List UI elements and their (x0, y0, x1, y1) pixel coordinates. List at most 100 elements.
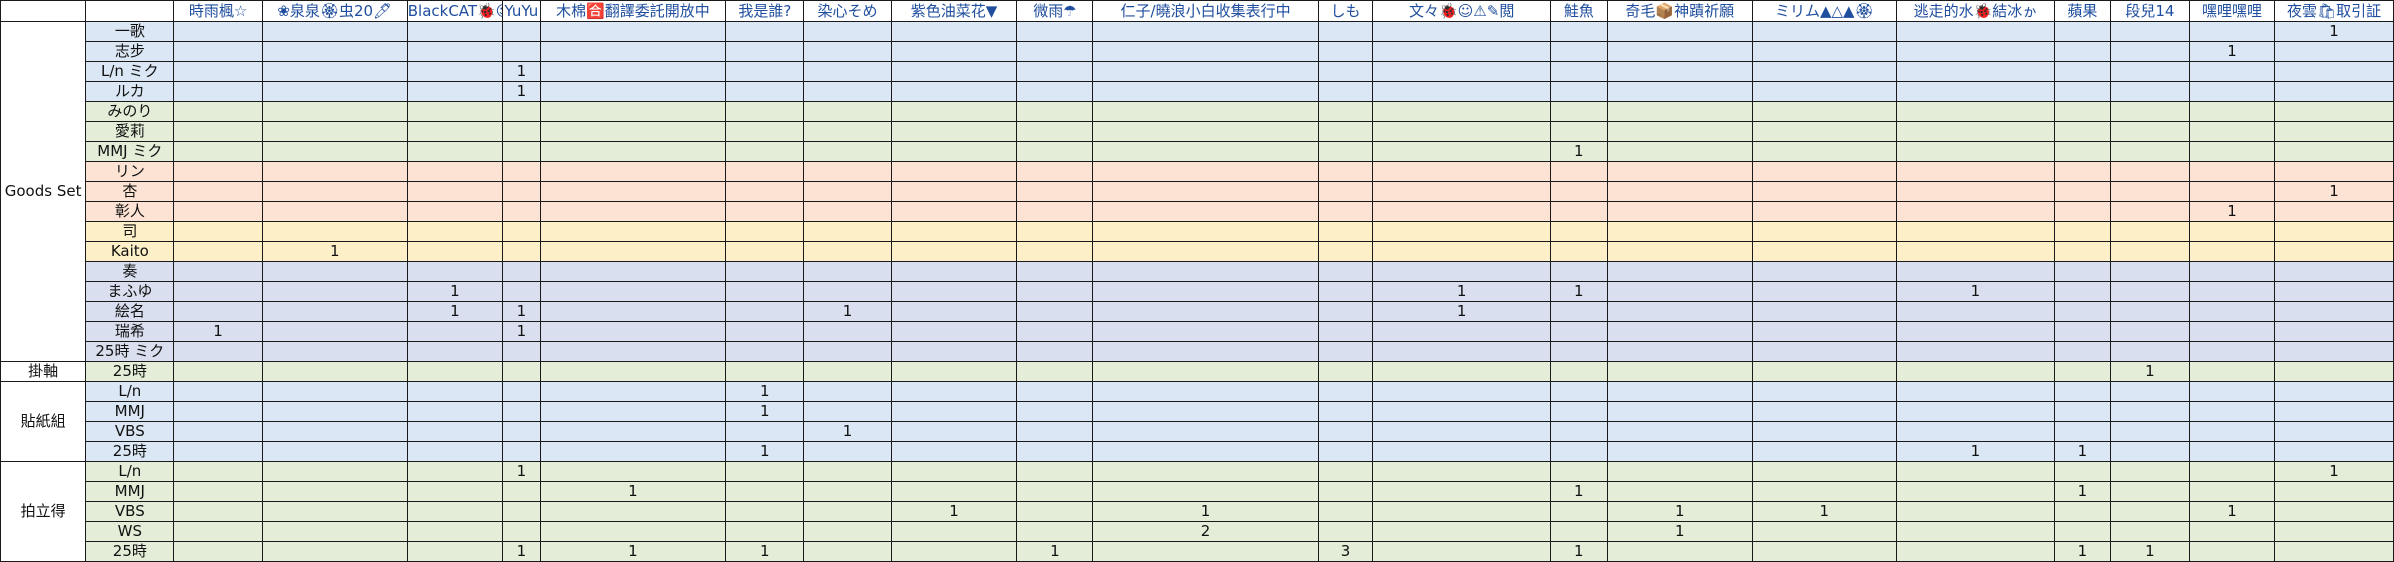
row-label-cell[interactable]: Kaito (85, 241, 175, 262)
data-cell[interactable] (1549, 121, 1608, 142)
data-cell[interactable] (2188, 281, 2276, 302)
data-cell[interactable] (2054, 461, 2111, 482)
data-cell[interactable] (173, 181, 263, 202)
data-cell[interactable]: 1 (502, 81, 541, 102)
row-label-cell[interactable]: 奏 (85, 261, 175, 282)
data-cell[interactable] (1372, 261, 1551, 282)
data-cell[interactable] (725, 241, 805, 262)
data-cell[interactable] (803, 101, 892, 122)
data-cell[interactable] (2054, 301, 2111, 322)
column-header[interactable]: 嘿哩嘿哩 (2188, 0, 2276, 22)
data-cell[interactable] (1016, 121, 1094, 142)
data-cell[interactable] (1372, 381, 1551, 402)
data-cell[interactable] (261, 121, 408, 142)
column-header[interactable]: 蘋果 (2054, 0, 2111, 22)
data-cell[interactable] (173, 521, 263, 542)
data-cell[interactable] (2109, 521, 2190, 542)
data-cell[interactable] (261, 541, 408, 562)
row-label-cell[interactable]: WS (85, 521, 175, 542)
data-cell[interactable] (406, 61, 504, 82)
data-cell[interactable] (2054, 61, 2111, 82)
data-cell[interactable] (1751, 441, 1897, 462)
data-cell[interactable] (1895, 301, 2056, 322)
data-cell[interactable] (1016, 381, 1094, 402)
data-cell[interactable] (1317, 501, 1374, 522)
data-cell[interactable] (1549, 161, 1608, 182)
data-cell[interactable] (1372, 461, 1551, 482)
data-cell[interactable] (1092, 161, 1319, 182)
column-header[interactable]: 我是誰? (725, 0, 805, 22)
data-cell[interactable] (173, 221, 263, 242)
data-cell[interactable] (502, 41, 541, 62)
data-cell[interactable] (1317, 201, 1374, 222)
data-cell[interactable] (890, 41, 1018, 62)
data-cell[interactable] (1895, 261, 2056, 282)
data-cell[interactable] (1751, 201, 1897, 222)
data-cell[interactable] (890, 21, 1018, 42)
row-label-cell[interactable]: 絵名 (85, 301, 175, 322)
data-cell[interactable] (1092, 401, 1319, 422)
data-cell[interactable] (2188, 521, 2276, 542)
data-cell[interactable] (539, 61, 727, 82)
data-cell[interactable] (1606, 241, 1753, 262)
data-cell[interactable] (1016, 41, 1094, 62)
data-cell[interactable] (502, 361, 541, 382)
data-cell[interactable] (2274, 121, 2394, 142)
data-cell[interactable] (725, 121, 805, 142)
data-cell[interactable] (2109, 161, 2190, 182)
data-cell[interactable] (1751, 241, 1897, 262)
data-cell[interactable] (2274, 361, 2394, 382)
data-cell[interactable] (539, 321, 727, 342)
data-cell[interactable]: 1 (2274, 181, 2394, 202)
data-cell[interactable] (725, 481, 805, 502)
data-cell[interactable] (1751, 521, 1897, 542)
data-cell[interactable] (539, 441, 727, 462)
row-label-cell[interactable]: VBS (85, 421, 175, 442)
data-cell[interactable] (1606, 381, 1753, 402)
data-cell[interactable] (2188, 181, 2276, 202)
column-header[interactable]: 夜雲🛍取引証 (2274, 0, 2394, 22)
data-cell[interactable] (1092, 281, 1319, 302)
data-cell[interactable] (2188, 441, 2276, 462)
data-cell[interactable] (1372, 521, 1551, 542)
data-cell[interactable] (2054, 261, 2111, 282)
data-cell[interactable] (1895, 501, 2056, 522)
data-cell[interactable] (725, 161, 805, 182)
data-cell[interactable] (1372, 201, 1551, 222)
data-cell[interactable] (2054, 201, 2111, 222)
data-cell[interactable] (406, 421, 504, 442)
data-cell[interactable] (173, 61, 263, 82)
data-cell[interactable] (1317, 421, 1374, 442)
data-cell[interactable] (2054, 181, 2111, 202)
data-cell[interactable] (890, 361, 1018, 382)
data-cell[interactable] (2054, 341, 2111, 362)
data-cell[interactable] (803, 481, 892, 502)
data-cell[interactable] (2188, 241, 2276, 262)
data-cell[interactable] (2054, 21, 2111, 42)
data-cell[interactable] (1751, 421, 1897, 442)
data-cell[interactable] (1016, 361, 1094, 382)
data-cell[interactable] (539, 381, 727, 402)
data-cell[interactable] (261, 261, 408, 282)
data-cell[interactable] (173, 241, 263, 262)
data-cell[interactable] (890, 81, 1018, 102)
data-cell[interactable] (1372, 121, 1551, 142)
data-cell[interactable] (1549, 441, 1608, 462)
data-cell[interactable] (1606, 541, 1753, 562)
data-cell[interactable] (2054, 101, 2111, 122)
data-cell[interactable] (173, 201, 263, 222)
data-cell[interactable] (803, 401, 892, 422)
data-cell[interactable] (1606, 461, 1753, 482)
data-cell[interactable] (2054, 81, 2111, 102)
data-cell[interactable] (1372, 241, 1551, 262)
group-label-cell[interactable]: 貼紙組 (0, 381, 87, 462)
data-cell[interactable] (1317, 221, 1374, 242)
data-cell[interactable] (173, 541, 263, 562)
data-cell[interactable] (1092, 301, 1319, 322)
data-cell[interactable] (1092, 81, 1319, 102)
data-cell[interactable]: 1 (261, 241, 408, 262)
data-cell[interactable] (890, 181, 1018, 202)
data-cell[interactable] (803, 201, 892, 222)
data-cell[interactable] (1016, 301, 1094, 322)
column-header[interactable]: 逃走的水🐞結冰ゕ (1895, 0, 2056, 22)
